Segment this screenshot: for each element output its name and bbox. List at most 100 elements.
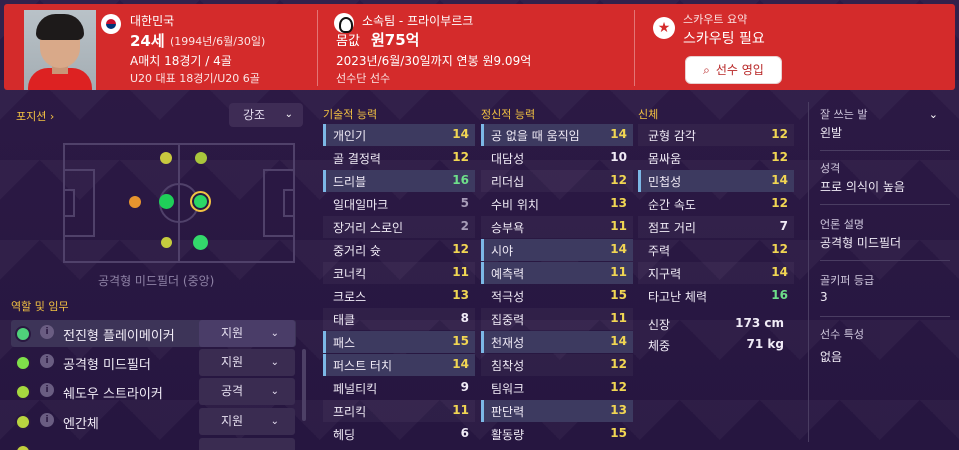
attribute-value: 15 <box>610 426 627 440</box>
attribute-row[interactable]: 활동량 15 <box>481 423 633 445</box>
attribute-row[interactable]: 개인기 14 <box>323 124 475 146</box>
attribute-row[interactable]: 침착성 12 <box>481 354 633 376</box>
attribute-label: 판단력 <box>491 405 525 419</box>
info-icon[interactable]: i <box>40 354 54 368</box>
position-link[interactable]: 포지션 › <box>16 108 54 124</box>
attribute-value: 8 <box>460 311 469 325</box>
attribute-value: 16 <box>452 173 469 187</box>
attribute-value: 13 <box>610 403 627 417</box>
attribute-row[interactable]: 몸싸움 12 <box>638 147 794 169</box>
attribute-row[interactable]: 집중력 11 <box>481 308 633 330</box>
role-row[interactable]: i 엔간체 지원 ⌄ <box>11 408 296 435</box>
attribute-row[interactable]: 타고난 체력 16 <box>638 285 794 307</box>
player-header: 대한민국 24세 (1994년/6월/30일) A매치 18경기 / 4골 U2… <box>4 4 955 90</box>
roles-heading: 역할 및 임무 <box>11 300 69 313</box>
attribute-label: 타고난 체력 <box>648 290 708 304</box>
birth-date: (1994년/6월/30일) <box>170 35 266 48</box>
roles-scrollbar[interactable] <box>302 349 306 421</box>
squad-status: 선수단 선수 <box>336 72 391 85</box>
attribute-row[interactable]: 천재성 14 <box>481 331 633 353</box>
attribute-row[interactable]: 프리킥 11 <box>323 400 475 422</box>
attribute-row[interactable]: 수비 위치 13 <box>481 193 633 215</box>
media-label: 언론 설명 <box>820 218 864 231</box>
attribute-row[interactable]: 드리블 16 <box>323 170 475 192</box>
attribute-row[interactable]: 판단력 13 <box>481 400 633 422</box>
physical-heading: 신체 <box>638 108 659 121</box>
attribute-row[interactable]: 일대일마크 5 <box>323 193 475 215</box>
duty-select[interactable]: 지원 ⌄ <box>199 320 295 347</box>
attribute-row[interactable]: 주력 12 <box>638 239 794 261</box>
duty-select[interactable]: 지원 ⌄ <box>199 408 295 435</box>
attribute-row[interactable]: 공 없을 때 움직임 14 <box>481 124 633 146</box>
attribute-row[interactable]: 리더십 12 <box>481 170 633 192</box>
duty-select[interactable]: 지원 ⌄ <box>199 349 295 376</box>
attribute-row[interactable]: 코너킥 11 <box>323 262 475 284</box>
search-icon: ⌕ <box>703 63 710 77</box>
attribute-value: 5 <box>460 196 469 210</box>
info-icon[interactable]: i <box>40 413 54 427</box>
attribute-row[interactable]: 장거리 스로인 2 <box>323 216 475 238</box>
attribute-row[interactable]: 중거리 슛 12 <box>323 239 475 261</box>
attribute-row[interactable]: 대담성 10 <box>481 147 633 169</box>
attribute-value: 14 <box>610 127 627 141</box>
attribute-row[interactable]: 팀워크 12 <box>481 377 633 399</box>
attribute-label: 드리블 <box>333 175 367 189</box>
attribute-label: 점프 거리 <box>648 221 696 235</box>
attribute-row[interactable]: 태클 8 <box>323 308 475 330</box>
mental-heading: 정신적 능력 <box>481 108 536 121</box>
role-row[interactable] <box>11 438 296 450</box>
attribute-row[interactable]: 균형 감각 12 <box>638 124 794 146</box>
attribute-value: 16 <box>771 288 788 302</box>
role-row[interactable]: i 쉐도우 스트라이커 공격 ⌄ <box>11 378 296 405</box>
panel-divider <box>808 102 809 442</box>
header-divider <box>317 10 318 86</box>
attribute-row[interactable]: 점프 거리 7 <box>638 216 794 238</box>
attribute-row[interactable]: 페널티킥 9 <box>323 377 475 399</box>
recruit-player-button[interactable]: ⌕ 선수 영입 <box>685 56 782 84</box>
chevron-down-icon[interactable]: ⌄ <box>929 108 938 121</box>
duty-select[interactable]: 공격 ⌄ <box>199 378 295 405</box>
player-photo <box>24 10 96 90</box>
attribute-value: 9 <box>460 380 469 394</box>
attribute-value: 14 <box>610 334 627 348</box>
chevron-down-icon: ⌄ <box>284 109 293 120</box>
position-dot <box>160 152 172 164</box>
attribute-row[interactable]: 예측력 11 <box>481 262 633 284</box>
position-caption: 공격형 미드필더 (중앙) <box>98 274 215 288</box>
attribute-row[interactable]: 헤딩 6 <box>323 423 475 445</box>
value-label: 몸값 <box>336 34 360 49</box>
divider <box>820 316 950 317</box>
position-dot <box>159 194 174 209</box>
attribute-row[interactable]: 패스 15 <box>323 331 475 353</box>
role-rating-icon <box>15 414 31 430</box>
attribute-row[interactable]: 시야 14 <box>481 239 633 261</box>
attribute-row[interactable]: 크로스 13 <box>323 285 475 307</box>
attribute-row[interactable]: 승부욕 11 <box>481 216 633 238</box>
role-row[interactable]: i 공격형 미드필더 지원 ⌄ <box>11 349 296 376</box>
attribute-row[interactable]: 지구력 14 <box>638 262 794 284</box>
attribute-label: 패스 <box>333 336 356 350</box>
scout-status: 스카우팅 필요 <box>683 31 765 47</box>
attribute-label: 퍼스트 터치 <box>333 359 393 373</box>
attribute-value: 14 <box>610 242 627 256</box>
emphasis-select[interactable]: 강조 ⌄ <box>229 103 303 127</box>
attribute-row[interactable]: 순간 속도 12 <box>638 193 794 215</box>
attribute-row[interactable]: 적극성 15 <box>481 285 633 307</box>
role-row[interactable]: i 전진형 플레이메이커 지원 ⌄ <box>11 320 296 347</box>
info-icon[interactable]: i <box>40 383 54 397</box>
attribute-label: 지구력 <box>648 267 682 281</box>
attribute-label: 균형 감각 <box>648 129 696 143</box>
height-row: 신장 173 cm <box>648 316 784 332</box>
attribute-row[interactable]: 골 결정력 12 <box>323 147 475 169</box>
attribute-value: 14 <box>452 127 469 141</box>
duty-select[interactable] <box>199 438 295 450</box>
attribute-label: 침착성 <box>491 359 525 373</box>
club-name[interactable]: 소속팀 - 프라이부르크 <box>362 12 473 29</box>
attribute-label: 몸싸움 <box>648 152 682 166</box>
attribute-row[interactable]: 퍼스트 터치 14 <box>323 354 475 376</box>
info-icon[interactable]: i <box>40 325 54 339</box>
divider <box>820 150 950 151</box>
attribute-row[interactable]: 민첩성 14 <box>638 170 794 192</box>
chevron-down-icon: ⌄ <box>270 328 279 339</box>
contract-info: 2023년/6월/30일까지 연봉 원9.09억 <box>336 54 532 68</box>
